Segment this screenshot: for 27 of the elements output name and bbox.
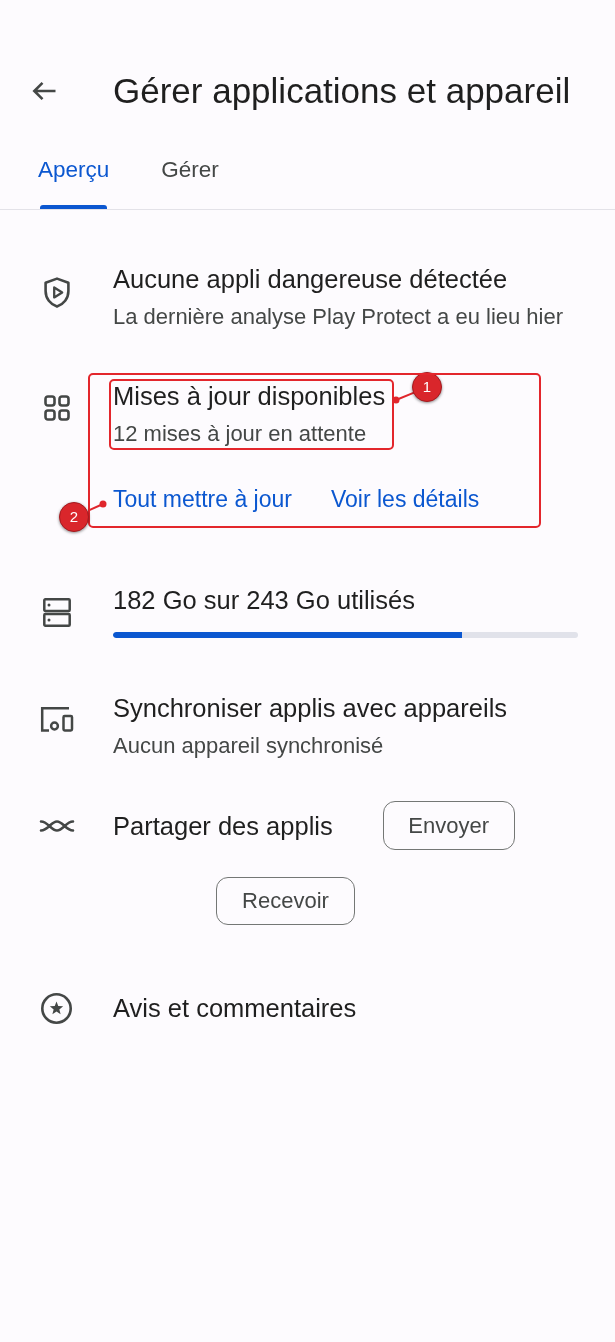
tab[interactable]: Gérer <box>161 150 219 209</box>
star-circle-icon <box>41 992 72 1024</box>
section-subtitle: 12 mises à jour en attente <box>113 420 367 448</box>
outlined-button[interactable]: Recevoir <box>216 877 355 925</box>
section-title: Aucune appli dangereuse détectée <box>113 264 508 295</box>
outlined-button[interactable]: Envoyer <box>382 801 515 850</box>
leader-line <box>392 391 415 404</box>
section-title: Mises à jour disponibles <box>113 381 386 412</box>
tab-indicator <box>40 205 108 209</box>
action-link[interactable]: Tout mettre à jour <box>113 483 292 515</box>
action-link[interactable]: Voir les détails <box>330 483 480 515</box>
grid-icon <box>43 395 70 421</box>
tab[interactable]: Aperçu <box>38 150 110 209</box>
callout-badge: 2 <box>59 502 89 532</box>
section-title: 182 Go sur 243 Go utilisés <box>113 585 415 616</box>
back-arrow-icon[interactable] <box>31 81 56 101</box>
section-subtitle: Aucun appareil synchronisé <box>113 732 384 760</box>
section-title: Partager des applis <box>113 810 333 842</box>
leader-line <box>87 500 107 512</box>
callout-badge: 1 <box>412 372 442 402</box>
shield-play-icon <box>43 277 70 308</box>
devices-icon <box>39 706 74 732</box>
section-title: Synchroniser applis avec appareils <box>113 693 508 724</box>
section-title: Avis et commentaires <box>113 993 357 1024</box>
stacked-drives-icon <box>42 598 71 627</box>
section-subtitle: La dernière analyse Play Protect a eu lieu hier <box>113 303 564 331</box>
page-title: Gérer applications et appareil <box>113 71 571 111</box>
